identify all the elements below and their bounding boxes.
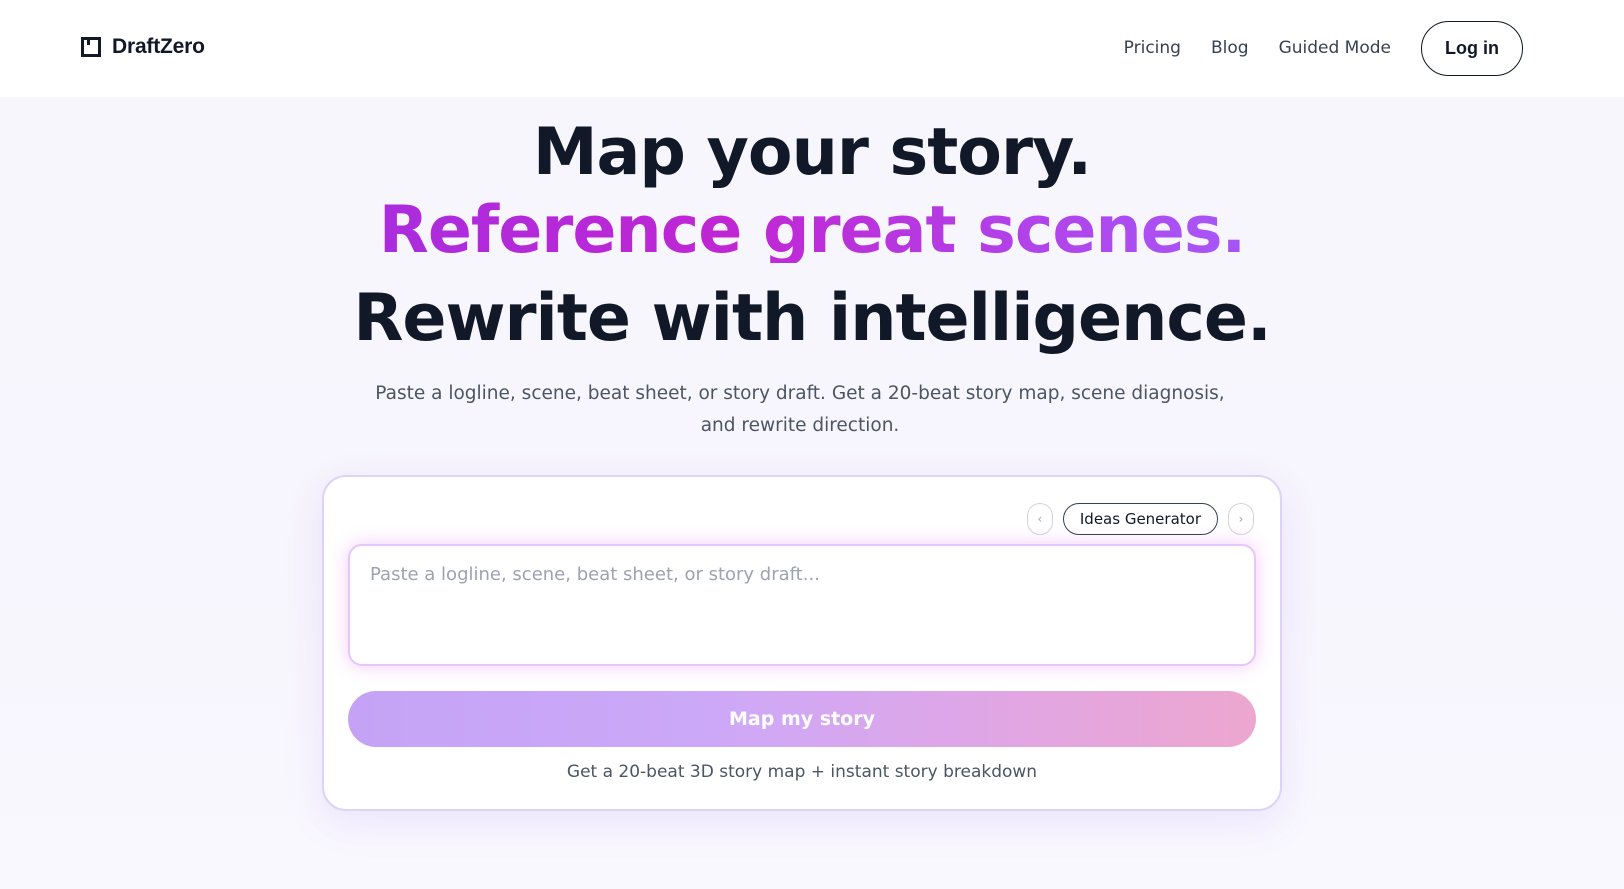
chevron-left-icon[interactable]: ‹ [1026, 503, 1053, 535]
story-composer-card: ‹ Ideas Generator › Map my story Get a 2… [322, 475, 1282, 811]
logo-square-icon [81, 37, 101, 57]
mode-chip-ideas-generator[interactable]: Ideas Generator [1062, 503, 1218, 535]
hero-headline-line-1: Map your story. [532, 115, 1092, 190]
main-nav: Pricing Blog Guided Mode Log in [1124, 20, 1523, 76]
brand-logo[interactable]: DraftZero [81, 34, 205, 60]
composer-helper-text: Get a 20-beat 3D story map + instant sto… [566, 762, 1038, 782]
login-button[interactable]: Log in [1421, 20, 1523, 76]
hero-headline-line-2: Reference great scenes. [0, 198, 1624, 263]
top-navigation-bar: DraftZero Pricing Blog Guided Mode Log i… [0, 0, 1624, 97]
hero-subtitle: Paste a logline, scene, beat sheet, or s… [375, 383, 1225, 436]
chevron-right-icon[interactable]: › [1228, 503, 1254, 535]
nav-link-blog[interactable]: Blog [1211, 38, 1249, 58]
story-input[interactable] [350, 546, 1254, 664]
brand-name: DraftZero [112, 35, 205, 58]
nav-link-pricing[interactable]: Pricing [1124, 38, 1181, 58]
story-input-container [348, 544, 1256, 666]
map-my-story-button[interactable]: Map my story [348, 691, 1256, 747]
hero-headline-line-3: Rewrite with intelligence. [353, 281, 1271, 356]
nav-link-guided-mode[interactable]: Guided Mode [1279, 38, 1391, 58]
mode-selector: ‹ Ideas Generator › [1026, 503, 1254, 535]
